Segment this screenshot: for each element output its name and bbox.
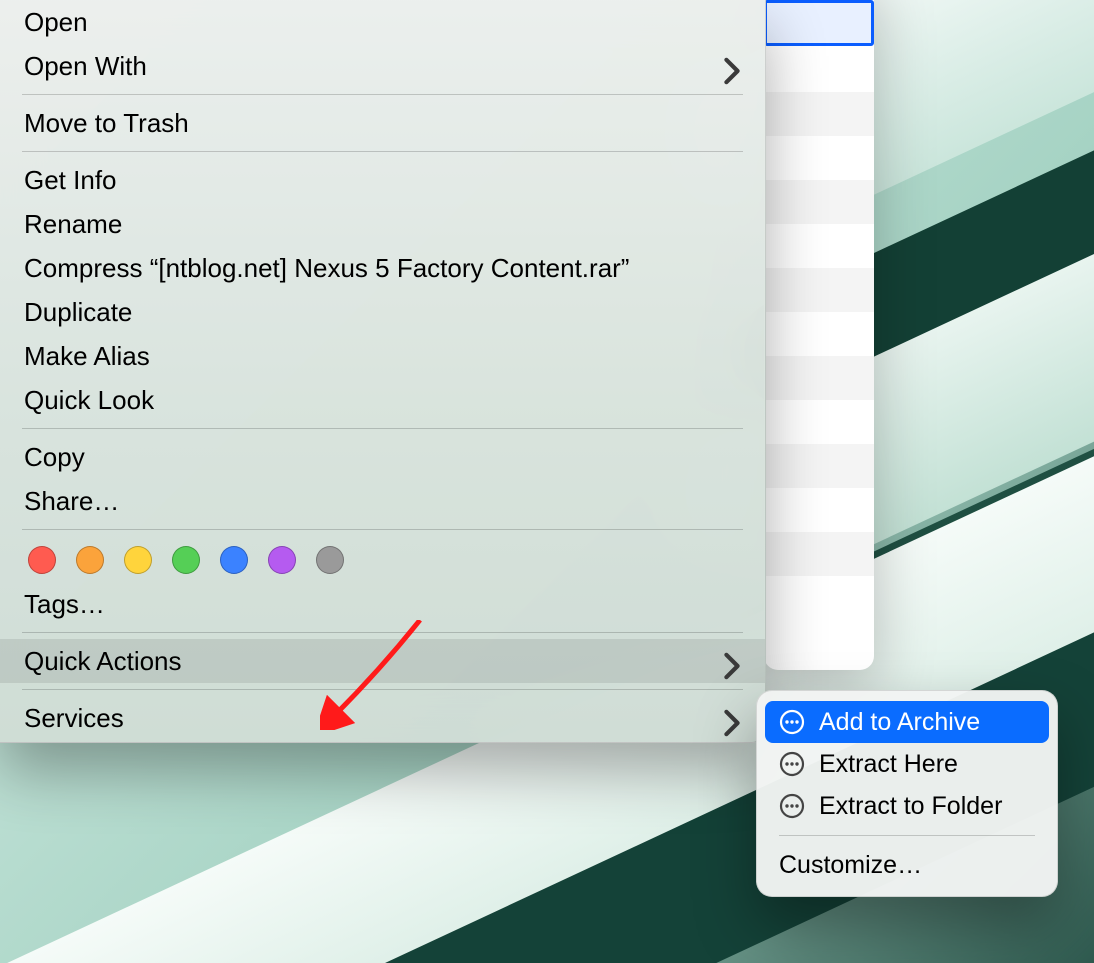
- menu-separator: [22, 529, 743, 530]
- menu-separator: [22, 94, 743, 95]
- finder-row[interactable]: [764, 92, 874, 136]
- menu-item-label: Compress “[ntblog.net] Nexus 5 Factory C…: [24, 251, 629, 285]
- menu-item-copy[interactable]: Copy: [0, 435, 765, 479]
- finder-row[interactable]: [764, 136, 874, 180]
- finder-row[interactable]: [764, 400, 874, 444]
- menu-separator: [779, 835, 1035, 836]
- chevron-right-icon: [723, 709, 741, 727]
- menu-item-label: Services: [24, 701, 124, 735]
- menu-item-label: Make Alias: [24, 339, 150, 373]
- finder-row[interactable]: [764, 312, 874, 356]
- finder-window: [764, 0, 874, 670]
- menu-item-duplicate[interactable]: Duplicate: [0, 290, 765, 334]
- menu-item-label: Quick Actions: [24, 644, 182, 678]
- tag-orange[interactable]: [76, 546, 104, 574]
- quick-actions-submenu: Add to Archive Extract Here Extract to F…: [756, 690, 1058, 897]
- submenu-item-extract-here[interactable]: Extract Here: [765, 743, 1049, 785]
- menu-item-open[interactable]: Open: [0, 0, 765, 44]
- menu-item-make-alias[interactable]: Make Alias: [0, 334, 765, 378]
- finder-row[interactable]: [764, 488, 874, 532]
- finder-row[interactable]: [764, 356, 874, 400]
- menu-item-quick-look[interactable]: Quick Look: [0, 378, 765, 422]
- circle-ellipsis-icon: [779, 751, 805, 777]
- finder-row[interactable]: [764, 268, 874, 312]
- finder-row[interactable]: [764, 224, 874, 268]
- menu-item-share[interactable]: Share…: [0, 479, 765, 523]
- finder-row[interactable]: [764, 48, 874, 92]
- menu-item-open-with[interactable]: Open With: [0, 44, 765, 88]
- submenu-item-customize[interactable]: Customize…: [765, 844, 1049, 886]
- tag-red[interactable]: [28, 546, 56, 574]
- menu-item-label: Open: [24, 5, 88, 39]
- chevron-right-icon: [723, 57, 741, 75]
- tag-yellow[interactable]: [124, 546, 152, 574]
- menu-item-rename[interactable]: Rename: [0, 202, 765, 246]
- chevron-right-icon: [723, 652, 741, 670]
- circle-ellipsis-icon: [779, 709, 805, 735]
- menu-item-tags[interactable]: Tags…: [0, 582, 765, 626]
- finder-row[interactable]: [764, 532, 874, 576]
- tags-color-row: [0, 536, 765, 582]
- menu-separator: [22, 428, 743, 429]
- finder-row[interactable]: [764, 180, 874, 224]
- submenu-item-add-to-archive[interactable]: Add to Archive: [765, 701, 1049, 743]
- menu-separator: [22, 151, 743, 152]
- menu-item-move-to-trash[interactable]: Move to Trash: [0, 101, 765, 145]
- finder-row[interactable]: [764, 576, 874, 620]
- menu-item-label: Open With: [24, 49, 147, 83]
- menu-item-label: Rename: [24, 207, 122, 241]
- finder-selected-row[interactable]: [764, 0, 874, 46]
- menu-item-quick-actions[interactable]: Quick Actions: [0, 639, 765, 683]
- menu-separator: [22, 632, 743, 633]
- submenu-item-label: Add to Archive: [819, 708, 980, 737]
- context-menu: Open Open With Move to Trash Get Info Re…: [0, 0, 766, 743]
- circle-ellipsis-icon: [779, 793, 805, 819]
- submenu-item-extract-to-folder[interactable]: Extract to Folder: [765, 785, 1049, 827]
- tag-gray[interactable]: [316, 546, 344, 574]
- finder-row[interactable]: [764, 444, 874, 488]
- menu-item-label: Move to Trash: [24, 106, 189, 140]
- menu-item-label: Tags…: [24, 587, 105, 621]
- menu-item-label: Copy: [24, 440, 85, 474]
- tag-blue[interactable]: [220, 546, 248, 574]
- tag-purple[interactable]: [268, 546, 296, 574]
- submenu-item-label: Extract Here: [819, 750, 958, 779]
- menu-item-label: Share…: [24, 484, 119, 518]
- menu-item-get-info[interactable]: Get Info: [0, 158, 765, 202]
- submenu-item-label: Customize…: [779, 851, 922, 880]
- menu-item-label: Quick Look: [24, 383, 154, 417]
- menu-item-label: Get Info: [24, 163, 117, 197]
- menu-separator: [22, 689, 743, 690]
- menu-item-services[interactable]: Services: [0, 696, 765, 740]
- menu-item-label: Duplicate: [24, 295, 132, 329]
- menu-item-compress[interactable]: Compress “[ntblog.net] Nexus 5 Factory C…: [0, 246, 765, 290]
- submenu-item-label: Extract to Folder: [819, 792, 1002, 821]
- tag-green[interactable]: [172, 546, 200, 574]
